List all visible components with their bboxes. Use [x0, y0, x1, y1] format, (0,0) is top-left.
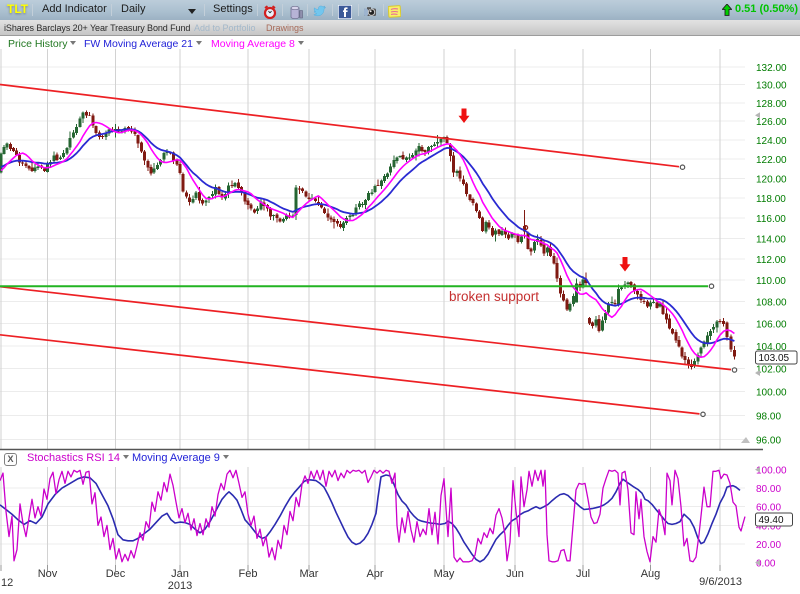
svg-text:130.00: 130.00 [756, 81, 787, 92]
svg-text:60.00: 60.00 [756, 503, 781, 514]
svg-text:102.00: 102.00 [756, 365, 787, 376]
svg-text:broken support: broken support [449, 289, 539, 304]
svg-text:126.00: 126.00 [756, 117, 787, 128]
svg-text:98.00: 98.00 [756, 411, 781, 422]
svg-text:100.00: 100.00 [756, 388, 787, 399]
svg-text:103.05: 103.05 [759, 353, 790, 364]
svg-text:112.00: 112.00 [756, 255, 786, 266]
svg-text:132.00: 132.00 [756, 63, 787, 74]
svg-text:118.00: 118.00 [756, 194, 786, 205]
svg-text:100.00: 100.00 [756, 465, 787, 476]
svg-text:108.00: 108.00 [756, 298, 787, 309]
svg-text:116.00: 116.00 [756, 214, 786, 225]
svg-text:49.40: 49.40 [759, 515, 784, 526]
svg-text:20.00: 20.00 [756, 540, 781, 551]
svg-text:128.00: 128.00 [756, 99, 787, 110]
svg-text:124.00: 124.00 [756, 136, 787, 147]
svg-text:80.00: 80.00 [756, 484, 781, 495]
svg-text:12: 12 [1, 577, 13, 589]
svg-text:96.00: 96.00 [756, 436, 781, 447]
svg-text:120.00: 120.00 [756, 174, 787, 185]
svg-text:2013: 2013 [168, 580, 192, 592]
svg-text:9/6/2013: 9/6/2013 [699, 576, 742, 588]
svg-text:106.00: 106.00 [756, 320, 787, 331]
svg-text:122.00: 122.00 [756, 155, 787, 166]
svg-text:114.00: 114.00 [756, 234, 786, 245]
svg-text:110.00: 110.00 [756, 276, 786, 287]
